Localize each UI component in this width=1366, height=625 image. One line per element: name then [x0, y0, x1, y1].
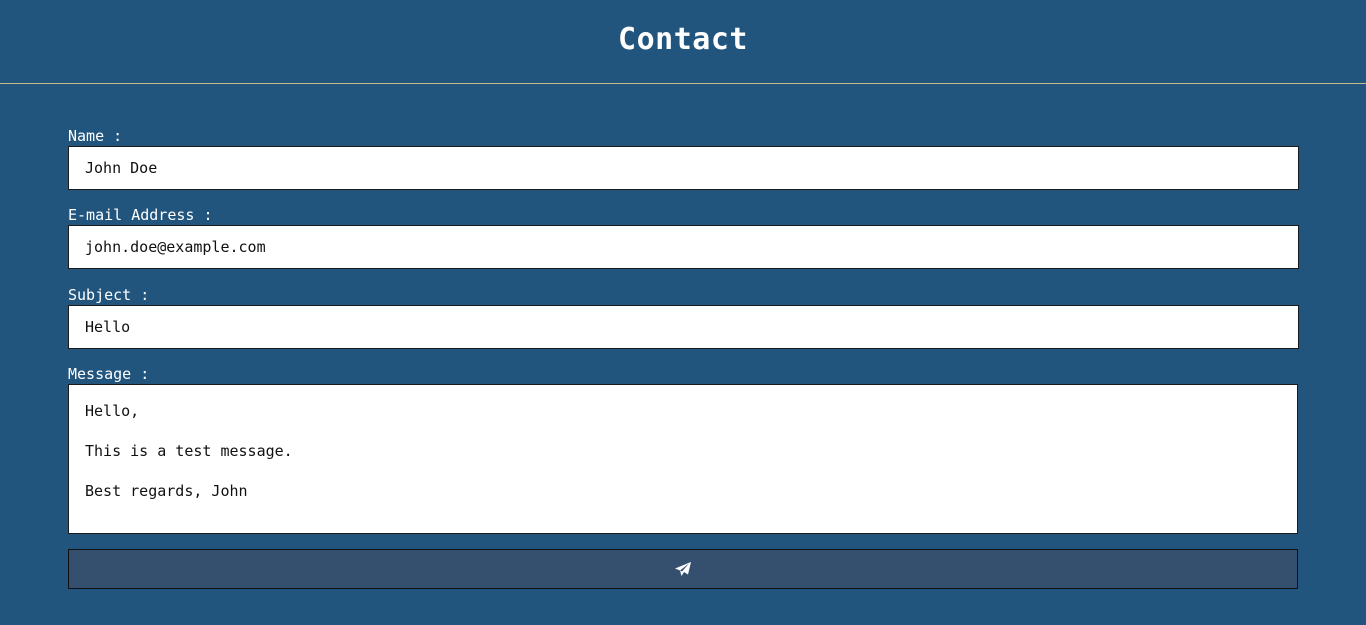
message-label: Message :: [68, 365, 150, 383]
page-header: Contact: [0, 0, 1366, 84]
name-label: Name :: [68, 127, 123, 145]
send-button[interactable]: [68, 549, 1298, 589]
email-field[interactable]: [68, 225, 1299, 269]
name-field[interactable]: [68, 146, 1299, 190]
paper-plane-icon: [674, 561, 692, 577]
message-field[interactable]: Hello, This is a test message. Best rega…: [68, 384, 1298, 534]
subject-label: Subject :: [68, 286, 150, 304]
subject-field[interactable]: [68, 305, 1299, 349]
page-title: Contact: [618, 22, 748, 57]
email-label: E-mail Address :: [68, 206, 213, 224]
